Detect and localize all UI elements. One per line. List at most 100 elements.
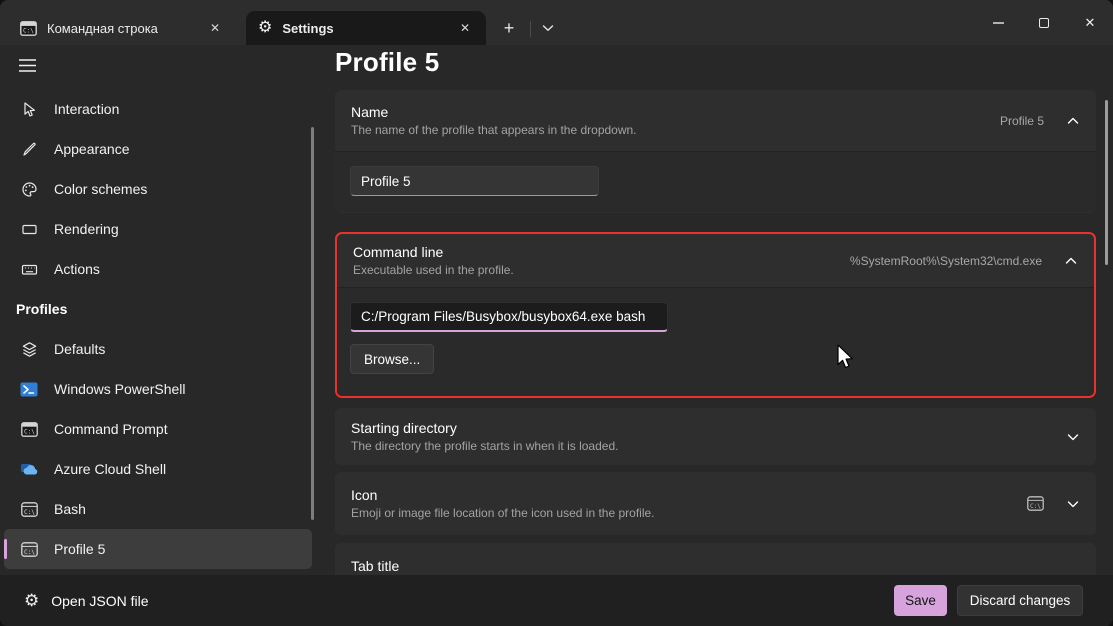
footer: ⚙ Open JSON file Save Discard changes: [0, 575, 1113, 626]
open-json-file-button[interactable]: ⚙ Open JSON file: [24, 592, 149, 609]
sidebar-item-actions[interactable]: Actions: [4, 249, 312, 289]
selection-accent-pill: [4, 539, 7, 559]
command-line-input[interactable]: [350, 302, 668, 332]
close-window-button[interactable]: ✕: [1067, 0, 1113, 45]
discard-changes-button[interactable]: Discard changes: [957, 585, 1083, 616]
main-content: Profile 5 Name The name of the profile t…: [316, 45, 1113, 575]
terminal-window-icon: C:\: [20, 540, 38, 558]
sidebar-item-command-prompt[interactable]: C:\ Command Prompt: [4, 409, 312, 449]
setting-title: Name: [351, 104, 1000, 120]
save-button[interactable]: Save: [894, 585, 947, 616]
setting-subtitle: The name of the profile that appears in …: [351, 123, 1000, 137]
svg-text:C:\: C:\: [1030, 503, 1041, 510]
browse-button[interactable]: Browse...: [350, 344, 434, 374]
window-controls: ✕: [975, 0, 1113, 45]
icon-expander: Icon Emoji or image file location of the…: [335, 472, 1096, 535]
sidebar-item-defaults[interactable]: Defaults: [4, 329, 312, 369]
terminal-window-icon: C:\: [1027, 496, 1044, 511]
tab-dropdown-button[interactable]: [535, 13, 561, 43]
setting-current-value: Profile 5: [1000, 114, 1044, 128]
sidebar-item-azure-cloud-shell[interactable]: Azure Cloud Shell: [4, 449, 312, 489]
sidebar-item-profile-5[interactable]: C:\ Profile 5: [4, 529, 312, 569]
command-line-expander-header[interactable]: Command line Executable used in the prof…: [337, 234, 1094, 287]
powershell-icon: [20, 380, 38, 398]
sidebar-item-label: Rendering: [54, 221, 119, 237]
svg-text:C:\: C:\: [24, 508, 35, 515]
sidebar-item-appearance[interactable]: Appearance: [4, 129, 312, 169]
tab-command-prompt[interactable]: C:\ Командная строка ✕: [8, 11, 236, 45]
name-input[interactable]: [350, 166, 599, 196]
sidebar-item-label: Actions: [54, 261, 100, 277]
maximize-icon: [1039, 18, 1049, 28]
svg-text:C:\: C:\: [23, 27, 34, 34]
azure-cloud-icon: [20, 460, 38, 478]
setting-subtitle: Executable used in the profile.: [353, 263, 850, 277]
name-expander-header[interactable]: Name The name of the profile that appear…: [335, 90, 1096, 151]
pen-icon: [20, 140, 38, 158]
profiles-section-header: Profiles: [0, 289, 316, 329]
sidebar-item-label: Defaults: [54, 341, 105, 357]
sidebar-nav: Interaction Appearance Color schemes: [0, 89, 316, 569]
sidebar-item-label: Azure Cloud Shell: [54, 461, 166, 477]
chevron-up-icon: [1064, 256, 1078, 266]
sidebar-item-bash[interactable]: C:\ Bash: [4, 489, 312, 529]
terminal-settings-window: C:\ Командная строка ✕ ⚙ Settings ✕ + ✕: [0, 0, 1113, 626]
close-tab-icon[interactable]: ✕: [454, 17, 476, 39]
setting-title: Tab title: [351, 558, 1080, 574]
setting-subtitle: The directory the profile starts in when…: [351, 439, 1066, 453]
chevron-down-icon: [542, 24, 554, 32]
setting-title: Starting directory: [351, 420, 1066, 436]
svg-text:C:\: C:\: [24, 428, 35, 435]
starting-directory-expander: Starting directory The directory the pro…: [335, 408, 1096, 465]
chevron-down-icon: [1066, 499, 1080, 509]
titlebar: C:\ Командная строка ✕ ⚙ Settings ✕ + ✕: [0, 0, 1113, 45]
keyboard-icon: [20, 260, 38, 278]
sidebar-item-label: Bash: [54, 501, 86, 517]
sidebar-item-label: Appearance: [54, 141, 130, 157]
tab-settings[interactable]: ⚙ Settings ✕: [246, 11, 486, 45]
sidebar-item-label: Color schemes: [54, 181, 147, 197]
sidebar-item-color-schemes[interactable]: Color schemes: [4, 169, 312, 209]
mouse-cursor: [836, 344, 855, 372]
content-scrollbar[interactable]: [1105, 100, 1108, 265]
mouse-interaction-icon: [20, 100, 38, 118]
layers-icon: [20, 340, 38, 358]
monitor-icon: [20, 220, 38, 238]
gear-icon: ⚙: [258, 20, 272, 36]
starting-directory-expander-header[interactable]: Starting directory The directory the pro…: [335, 408, 1096, 465]
close-icon: ✕: [1085, 15, 1096, 31]
sidebar-item-label: Command Prompt: [54, 421, 168, 437]
sidebar-item-interaction[interactable]: Interaction: [4, 89, 312, 129]
hamburger-icon: [19, 59, 36, 72]
cmd-window-icon: C:\: [20, 420, 38, 438]
palette-icon: [20, 180, 38, 198]
close-tab-icon[interactable]: ✕: [204, 17, 226, 39]
tab-label: Settings: [282, 21, 454, 36]
svg-text:C:\: C:\: [24, 548, 35, 555]
new-tab-button[interactable]: +: [492, 13, 526, 43]
icon-expander-header[interactable]: Icon Emoji or image file location of the…: [335, 472, 1096, 535]
sidebar: Interaction Appearance Color schemes: [0, 45, 316, 575]
sidebar-item-windows-powershell[interactable]: Windows PowerShell: [4, 369, 312, 409]
tab-title-expander: Tab title: [335, 543, 1096, 575]
setting-current-value: %SystemRoot%\System32\cmd.exe: [850, 254, 1042, 268]
cmd-window-icon: C:\: [20, 21, 37, 36]
page-title: Profile 5: [335, 47, 439, 78]
tab-label: Командная строка: [47, 21, 204, 36]
tab-separator: [530, 21, 531, 37]
hamburger-menu-button[interactable]: [8, 48, 46, 82]
minimize-button[interactable]: [975, 0, 1021, 45]
sidebar-item-rendering[interactable]: Rendering: [4, 209, 312, 249]
command-line-expander: Command line Executable used in the prof…: [335, 232, 1096, 398]
terminal-window-icon: C:\: [20, 500, 38, 518]
sidebar-item-label: Profile 5: [54, 541, 105, 557]
maximize-button[interactable]: [1021, 0, 1067, 45]
setting-title: Command line: [353, 244, 850, 260]
setting-title: Icon: [351, 487, 1027, 503]
sidebar-scrollbar[interactable]: [311, 127, 314, 520]
chevron-up-icon: [1066, 116, 1080, 126]
name-expander: Name The name of the profile that appear…: [335, 90, 1096, 213]
open-json-file-label: Open JSON file: [51, 593, 148, 609]
chevron-down-icon: [1066, 432, 1080, 442]
tab-title-expander-header[interactable]: Tab title: [335, 543, 1096, 575]
